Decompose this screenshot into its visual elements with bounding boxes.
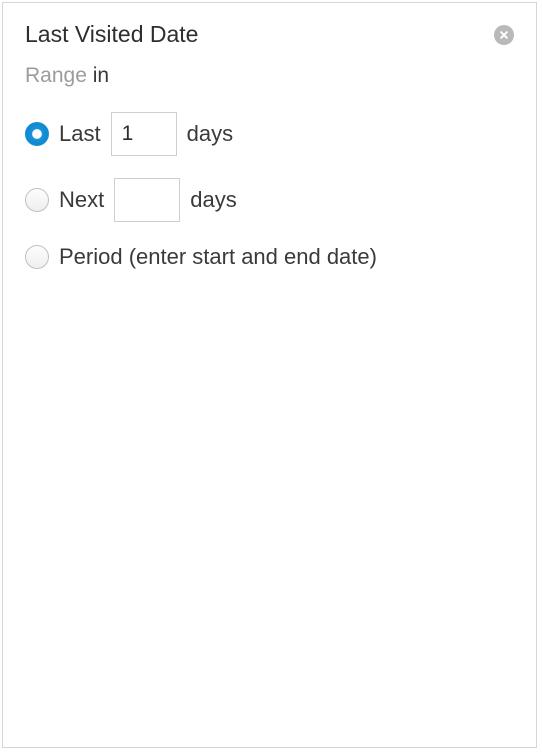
option-next: Next days: [25, 178, 514, 222]
panel-subheader: Range in: [25, 64, 514, 88]
next-days-input[interactable]: [114, 178, 180, 222]
panel-title: Last Visited Date: [25, 21, 198, 48]
panel-header: Last Visited Date: [25, 21, 514, 48]
close-icon[interactable]: [494, 25, 514, 45]
options-list: Last days Next days Period (enter start …: [25, 112, 514, 270]
last-days-input[interactable]: [111, 112, 177, 156]
option-next-suffix: days: [190, 187, 236, 213]
subheader-prefix: Range: [25, 64, 87, 87]
radio-period[interactable]: [25, 245, 49, 269]
radio-next[interactable]: [25, 188, 49, 212]
option-last-suffix: days: [187, 121, 233, 147]
option-period: Period (enter start and end date): [25, 244, 514, 270]
radio-last[interactable]: [25, 122, 49, 146]
option-period-label: Period (enter start and end date): [59, 244, 377, 270]
option-next-prefix: Next: [59, 187, 104, 213]
filter-panel: Last Visited Date Range in Last days Nex…: [2, 2, 537, 748]
option-last-prefix: Last: [59, 121, 101, 147]
subheader-suffix: in: [93, 64, 109, 87]
option-last: Last days: [25, 112, 514, 156]
